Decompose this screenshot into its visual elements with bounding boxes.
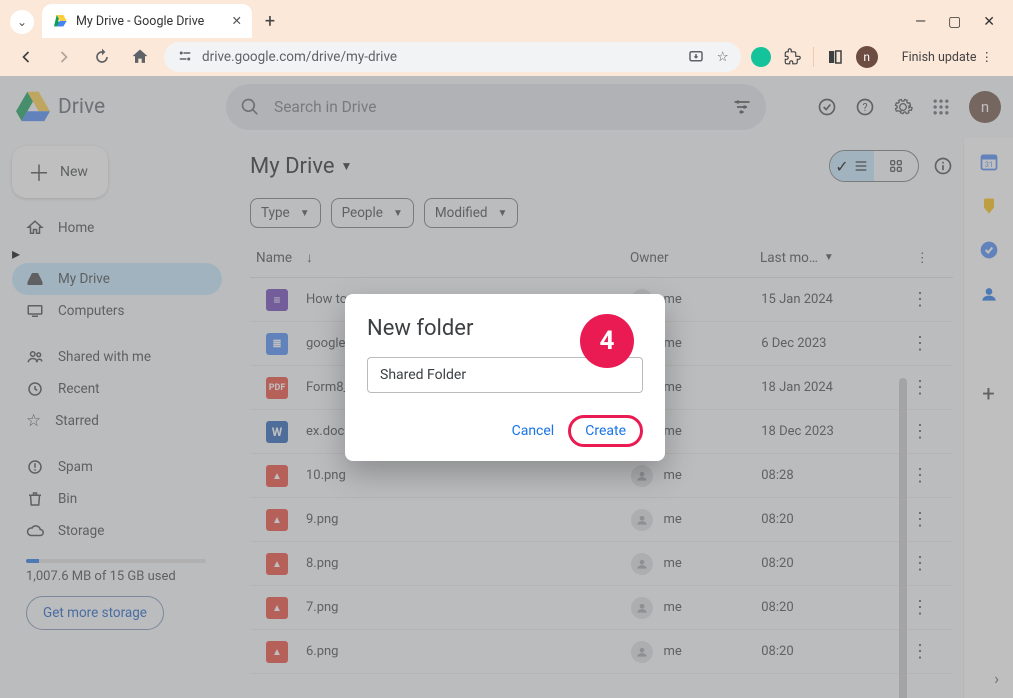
tab-title: My Drive - Google Drive xyxy=(76,14,204,29)
cancel-button[interactable]: Cancel xyxy=(502,417,565,445)
window-close-icon[interactable]: ✕ xyxy=(983,14,995,30)
browser-profile-avatar[interactable]: n xyxy=(856,46,878,68)
create-button[interactable]: Create xyxy=(568,415,643,447)
forward-button[interactable] xyxy=(50,43,78,71)
window-maximize-icon[interactable]: ▢ xyxy=(948,14,961,30)
drive-favicon xyxy=(52,13,68,29)
browser-chrome: ⌄ My Drive - Google Drive ✕ + — ▢ ✕ driv… xyxy=(0,0,1013,76)
annotation-badge: 4 xyxy=(580,314,634,368)
home-button[interactable] xyxy=(126,43,154,71)
new-tab-button[interactable]: + xyxy=(256,11,284,38)
finish-update-label: Finish update xyxy=(902,50,977,65)
reload-button[interactable] xyxy=(88,43,116,71)
browser-tab[interactable]: My Drive - Google Drive ✕ xyxy=(42,4,252,38)
extensions-icon[interactable] xyxy=(783,48,801,66)
tab-list-toggle[interactable]: ⌄ xyxy=(10,10,34,34)
bookmark-icon[interactable]: ☆ xyxy=(717,49,729,65)
grammarly-ext-icon[interactable] xyxy=(751,47,771,67)
finish-update-button[interactable]: Finish update⋮ xyxy=(890,45,1001,69)
window-minimize-icon[interactable]: — xyxy=(915,14,926,30)
install-app-icon[interactable] xyxy=(687,48,705,66)
address-bar[interactable]: drive.google.com/drive/my-drive ☆ xyxy=(164,42,741,72)
site-settings-icon[interactable] xyxy=(176,47,194,68)
url-text: drive.google.com/drive/my-drive xyxy=(202,49,397,65)
back-button[interactable] xyxy=(12,43,40,71)
tab-close-icon[interactable]: ✕ xyxy=(232,13,242,29)
reader-icon[interactable] xyxy=(826,48,844,66)
